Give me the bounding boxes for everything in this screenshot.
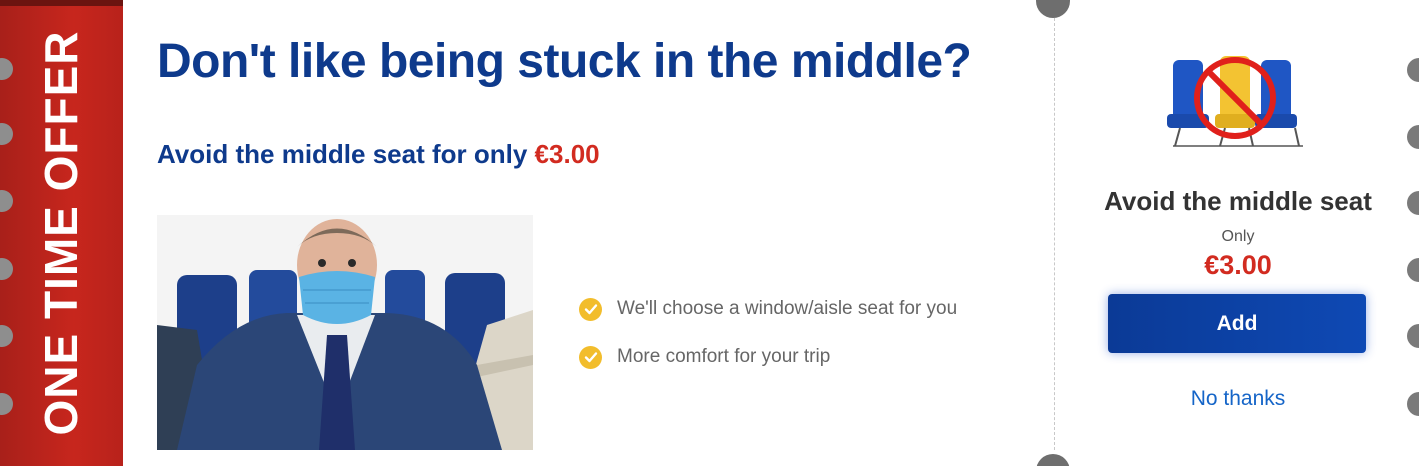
only-label: Only bbox=[1221, 228, 1255, 245]
no-middle-seat-icon bbox=[1165, 52, 1310, 152]
banner-label: ONE TIME OFFER bbox=[35, 30, 87, 436]
perforation-hole bbox=[1407, 392, 1419, 416]
offer-ticket: ONE TIME OFFER Don't like being stuck in… bbox=[0, 0, 1419, 466]
perforation-hole bbox=[0, 190, 13, 212]
perforation-hole bbox=[0, 123, 13, 145]
perforation-hole bbox=[0, 258, 13, 280]
perforation-hole bbox=[1407, 324, 1419, 348]
offer-price: €3.00 bbox=[1204, 250, 1272, 280]
no-thanks-link[interactable]: No thanks bbox=[1080, 387, 1396, 411]
offer-title: Avoid the middle seat bbox=[1104, 186, 1372, 216]
benefit-item: We'll choose a window/aisle seat for you bbox=[579, 295, 957, 323]
perforation-hole bbox=[0, 58, 13, 80]
offer-headline: Don't like being stuck in the middle? bbox=[157, 35, 972, 88]
perforation-hole bbox=[1407, 58, 1419, 82]
perforation-hole bbox=[0, 325, 13, 347]
benefit-text: More comfort for your trip bbox=[617, 346, 831, 367]
perforation-hole bbox=[1407, 258, 1419, 282]
benefit-text: We'll choose a window/aisle seat for you bbox=[617, 298, 958, 319]
subheadline-price: €3.00 bbox=[534, 139, 600, 169]
middle-seat-passenger-photo bbox=[157, 215, 533, 450]
benefits-list: We'll choose a window/aisle seat for you… bbox=[579, 295, 957, 391]
benefit-item: More comfort for your trip bbox=[579, 343, 957, 371]
perforation-hole bbox=[1407, 125, 1419, 149]
add-button[interactable]: Add bbox=[1108, 294, 1366, 353]
banner-top-edge bbox=[0, 0, 123, 6]
passenger-illustration bbox=[157, 215, 533, 450]
perforation-hole bbox=[1407, 191, 1419, 215]
subheadline-text: Avoid the middle seat for only bbox=[157, 139, 528, 169]
perforation-hole bbox=[0, 393, 13, 415]
check-icon bbox=[579, 345, 602, 369]
one-time-offer-banner: ONE TIME OFFER bbox=[0, 0, 123, 466]
ticket-notch-top bbox=[1036, 0, 1070, 18]
check-icon bbox=[579, 297, 602, 321]
offer-subheadline: Avoid the middle seat for only €3.00 bbox=[157, 139, 600, 170]
ticket-notch-bottom bbox=[1036, 454, 1070, 466]
ticket-divider bbox=[1054, 18, 1055, 450]
